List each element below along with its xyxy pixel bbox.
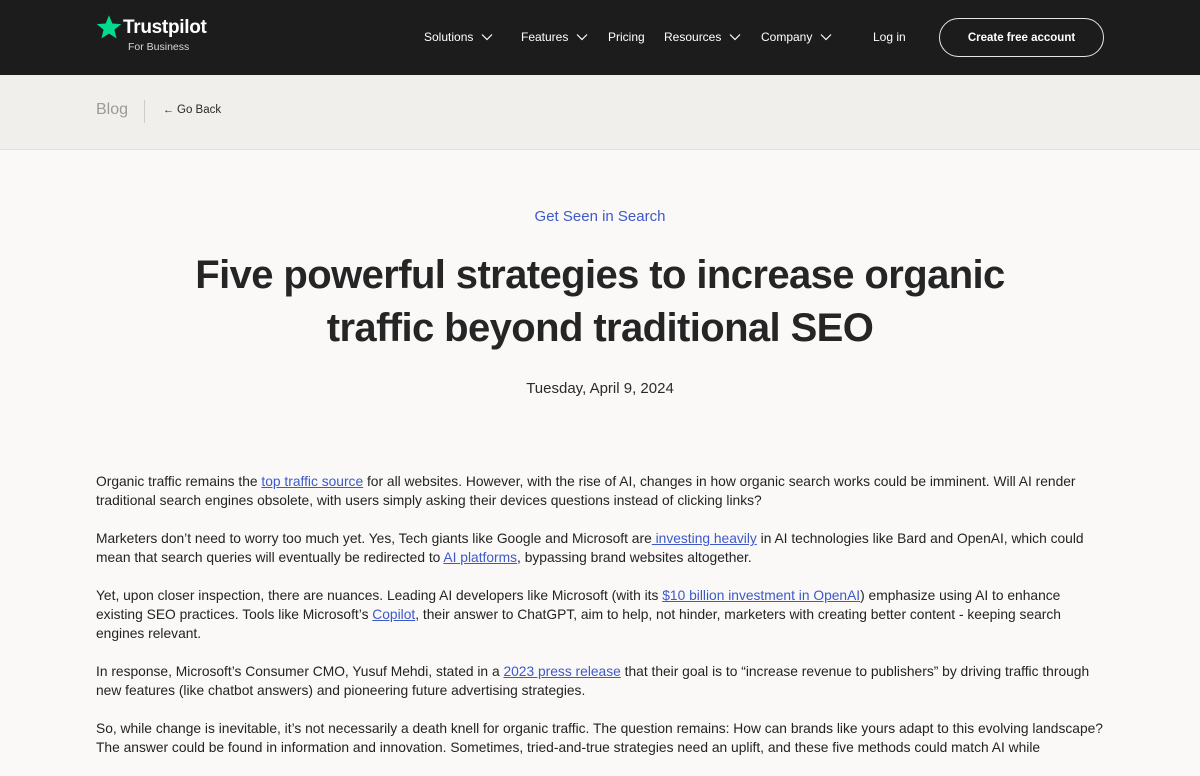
nav-pricing-label: Pricing <box>608 30 645 44</box>
nav-resources[interactable]: Resources <box>664 28 741 46</box>
publish-date: Tuesday, April 9, 2024 <box>526 380 674 397</box>
go-back-label: Go Back <box>177 104 222 116</box>
top-traffic-source-link[interactable]: top traffic source <box>261 474 363 489</box>
paragraph-text: Yet, upon closer inspection, there are n… <box>96 588 663 603</box>
nav-features-label: Features <box>521 30 569 44</box>
logo-subtitle: For Business <box>128 41 190 53</box>
article-paragraph: Marketers don’t need to worry too much y… <box>96 529 1104 567</box>
nav-company[interactable]: Company <box>761 28 832 46</box>
chevron-down-icon <box>820 34 832 41</box>
chevron-down-icon <box>481 34 493 41</box>
login-link[interactable]: Log in <box>873 28 906 46</box>
arrow-left-icon: ← <box>163 104 174 116</box>
nav-solutions[interactable]: Solutions <box>424 28 493 46</box>
article-paragraph: Organic traffic remains the top traffic … <box>96 472 1104 510</box>
copilot-link[interactable]: Copilot <box>372 607 415 622</box>
create-account-label: Create free account <box>967 31 1076 44</box>
logo-wordmark: Trustpilot <box>123 17 207 38</box>
nav-features[interactable]: Features <box>521 28 588 46</box>
investing-heavily-link[interactable]: investing heavily <box>652 531 757 546</box>
breadcrumb-blog-link[interactable]: Blog <box>96 101 128 119</box>
article-body: Organic traffic remains the top traffic … <box>96 472 1104 776</box>
openai-investment-link[interactable]: $10 billion investment in OpenAI <box>662 588 860 603</box>
paragraph-text: , bypassing brand websites altogether. <box>517 550 752 565</box>
create-account-button[interactable]: Create free account <box>939 18 1104 57</box>
nav-resources-label: Resources <box>664 30 722 44</box>
page-title: Five powerful strategies to increase org… <box>195 253 1005 350</box>
category-link[interactable]: Get Seen in Search <box>0 208 1200 225</box>
article-paragraph: Yet, upon closer inspection, there are n… <box>96 586 1104 643</box>
article-paragraph: So, while change is inevitable, it’s not… <box>96 719 1104 757</box>
star-icon <box>96 15 122 39</box>
press-release-link[interactable]: 2023 press release <box>503 664 620 679</box>
chevron-down-icon <box>729 34 741 41</box>
nav-solutions-label: Solutions <box>424 30 474 44</box>
top-navigation: Trustpilot For Business Solutions Featur… <box>0 0 1200 75</box>
nav-company-label: Company <box>761 30 813 44</box>
ai-platforms-link[interactable]: AI platforms <box>443 550 517 565</box>
login-label: Log in <box>873 30 906 44</box>
nav-pricing[interactable]: Pricing <box>608 28 645 46</box>
breadcrumb-divider <box>144 100 145 123</box>
chevron-down-icon <box>576 34 588 41</box>
article-paragraph: In response, Microsoft’s Consumer CMO, Y… <box>96 662 1104 700</box>
go-back-link[interactable]: ← Go Back <box>163 104 221 116</box>
trustpilot-logo[interactable]: Trustpilot For Business <box>96 14 226 58</box>
paragraph-text: Marketers don’t need to worry too much y… <box>96 531 652 546</box>
paragraph-text: In response, Microsoft’s Consumer CMO, Y… <box>96 664 504 679</box>
paragraph-text: Organic traffic remains the <box>96 474 262 489</box>
